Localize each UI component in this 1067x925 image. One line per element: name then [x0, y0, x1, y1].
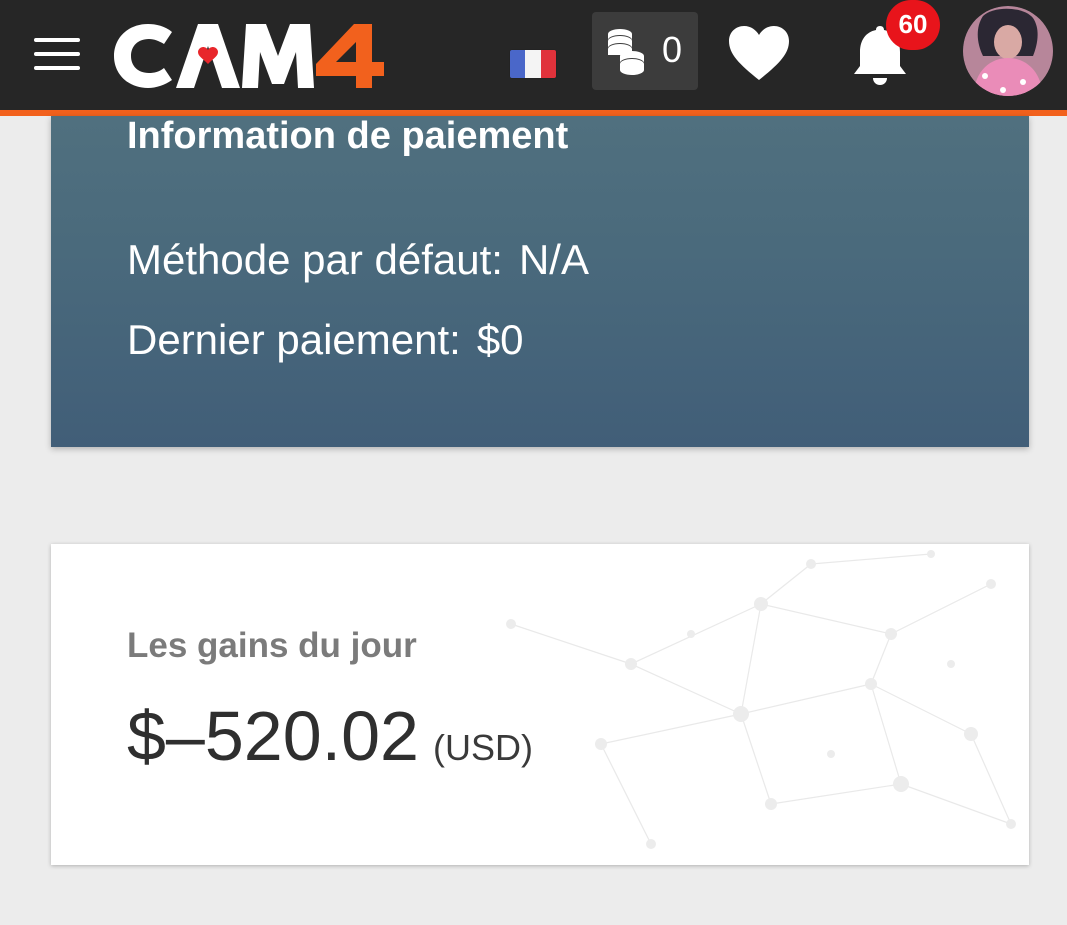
top-navigation-bar: 0 60: [0, 0, 1067, 116]
daily-earnings-value: $–520.02: [127, 697, 419, 775]
payment-information-card: Information de paiement Méthode par défa…: [51, 116, 1029, 447]
france-flag-icon[interactable]: [510, 50, 556, 78]
currency-unit: (USD): [432, 727, 533, 768]
payment-info-title: Information de paiement: [127, 115, 569, 157]
default-method-value: N/A: [518, 236, 589, 283]
user-avatar[interactable]: [963, 6, 1053, 96]
cam4-logo-graphic: [114, 24, 384, 88]
notification-count-badge: 60: [886, 0, 940, 50]
favorites-heart-icon[interactable]: [727, 24, 791, 82]
default-method-label: Méthode par défaut:: [127, 236, 503, 283]
network-background-pattern: [506, 550, 1016, 849]
last-payment-row: Dernier paiement: $0: [127, 316, 524, 364]
daily-earnings-label: Les gains du jour: [127, 626, 417, 665]
token-count: 0: [662, 29, 683, 70]
hamburger-menu-icon[interactable]: [34, 38, 80, 70]
last-payment-label: Dernier paiement:: [127, 316, 461, 363]
last-payment-value: $0: [476, 316, 524, 363]
daily-earnings-amount: $–520.02 (USD): [127, 696, 533, 788]
default-method-row: Méthode par défaut: N/A: [127, 236, 589, 284]
coins-icon: [608, 29, 644, 75]
avatar-image: [963, 6, 1053, 96]
cam4-logo[interactable]: [110, 18, 556, 92]
daily-earnings-card: Les gains du jour $–520.02 (USD): [51, 544, 1029, 865]
token-balance-button[interactable]: 0: [592, 12, 698, 90]
